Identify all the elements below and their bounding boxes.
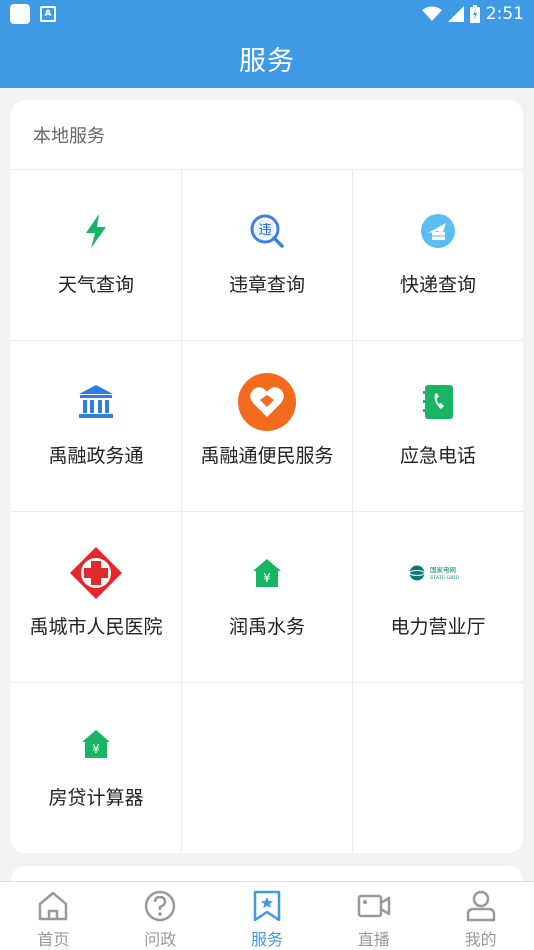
service-label: 违章查询 bbox=[228, 274, 305, 296]
state-grid-logo: 国家电网 STATE GRID bbox=[409, 565, 459, 581]
section-title: 本地服务 bbox=[33, 125, 105, 147]
express-globe-icon bbox=[421, 214, 455, 248]
app-bar: 服务 bbox=[0, 28, 534, 88]
heart-service-icon bbox=[238, 373, 296, 431]
service-weather[interactable]: 天气查询 bbox=[11, 170, 182, 341]
section-header: 本地服务 bbox=[11, 100, 523, 170]
service-label: 禹融通便民服务 bbox=[200, 445, 334, 467]
service-label: 禹融政务通 bbox=[48, 445, 144, 467]
service-label: 禹城市人民医院 bbox=[29, 616, 163, 638]
service-label: 快递查询 bbox=[399, 274, 476, 296]
tab-questions[interactable]: 问政 bbox=[107, 882, 214, 950]
service-mortgage-calculator[interactable]: ¥ 房贷计算器 bbox=[11, 683, 182, 853]
service-emergency-phone[interactable]: 应急电话 bbox=[353, 341, 523, 512]
local-services-card: 本地服务 天气查询 违 违章查询 快递查询 禹融政务通 禹融通便民服务 应急电话… bbox=[11, 100, 523, 853]
service-hospital[interactable]: 禹城市人民医院 bbox=[11, 512, 182, 683]
notification-icon bbox=[10, 4, 30, 24]
government-building-icon bbox=[79, 385, 113, 418]
service-power[interactable]: 国家电网 STATE GRID 电力营业厅 bbox=[353, 512, 523, 683]
service-government[interactable]: 禹融政务通 bbox=[11, 341, 182, 512]
question-icon bbox=[144, 890, 176, 922]
signal-icon bbox=[447, 6, 464, 22]
bookmark-star-icon bbox=[253, 890, 281, 922]
house-yen-icon: ¥ bbox=[82, 730, 110, 758]
svg-text:¥: ¥ bbox=[92, 742, 100, 756]
user-icon bbox=[466, 890, 495, 922]
tab-home[interactable]: 首页 bbox=[0, 882, 107, 950]
service-convenience[interactable]: 禹融通便民服务 bbox=[182, 341, 353, 512]
tab-mine[interactable]: 我的 bbox=[427, 882, 534, 950]
hospital-cross-icon bbox=[70, 547, 122, 599]
service-label: 电力营业厅 bbox=[390, 616, 486, 638]
service-violation[interactable]: 违 违章查询 bbox=[182, 170, 353, 341]
service-label: 润禹水务 bbox=[228, 616, 305, 638]
empty-cell bbox=[353, 683, 523, 853]
service-label: 应急电话 bbox=[399, 445, 476, 467]
svg-text:STATE GRID: STATE GRID bbox=[430, 575, 459, 581]
svg-text:¥: ¥ bbox=[263, 571, 271, 585]
phone-book-icon bbox=[423, 385, 453, 419]
service-water[interactable]: ¥ 润禹水务 bbox=[182, 512, 353, 683]
status-bar: A 2:51 bbox=[0, 0, 534, 28]
tab-label: 我的 bbox=[464, 930, 497, 949]
service-label: 房贷计算器 bbox=[48, 787, 144, 809]
service-label: 天气查询 bbox=[57, 274, 134, 296]
status-time: 2:51 bbox=[485, 4, 524, 24]
page-title: 服务 bbox=[239, 45, 295, 77]
empty-cell bbox=[182, 683, 353, 853]
tab-live[interactable]: 直播 bbox=[320, 882, 427, 950]
house-yen-icon: ¥ bbox=[253, 559, 281, 587]
bottom-tab-bar: 首页 问政 服务 直播 我的 bbox=[0, 881, 534, 950]
tab-label: 直播 bbox=[357, 930, 390, 949]
wifi-icon bbox=[421, 6, 442, 21]
tab-label: 服务 bbox=[250, 930, 283, 949]
video-camera-icon bbox=[357, 894, 391, 918]
violation-search-icon: 违 bbox=[250, 214, 284, 248]
tab-label: 首页 bbox=[37, 930, 70, 949]
home-icon bbox=[39, 891, 68, 921]
svg-text:国家电网: 国家电网 bbox=[430, 565, 456, 574]
tab-label: 问政 bbox=[144, 930, 177, 949]
tab-services[interactable]: 服务 bbox=[214, 882, 321, 950]
battery-icon bbox=[469, 5, 480, 23]
svg-text:违: 违 bbox=[258, 223, 271, 238]
service-express[interactable]: 快递查询 bbox=[353, 170, 523, 341]
a-notification-icon: A bbox=[40, 6, 56, 22]
lightning-icon bbox=[86, 214, 106, 248]
services-grid: 天气查询 违 违章查询 快递查询 禹融政务通 禹融通便民服务 应急电话 禹城市人… bbox=[11, 170, 523, 853]
